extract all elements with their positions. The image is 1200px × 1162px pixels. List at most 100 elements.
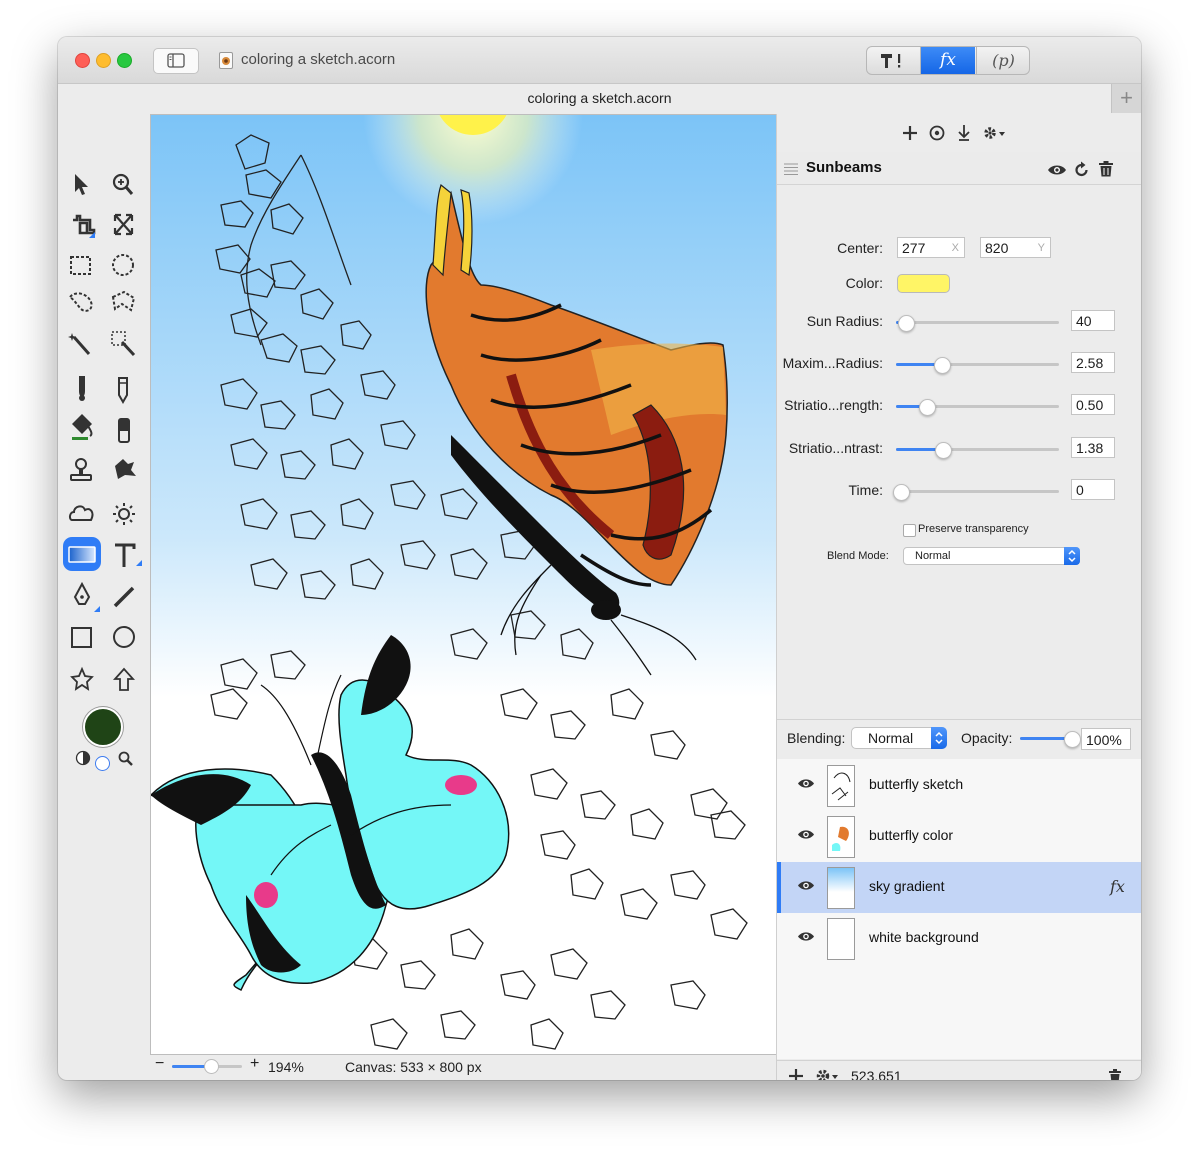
layer-row[interactable]: butterfly sketch [777,760,1141,811]
ellipse-select-tool[interactable] [106,248,140,282]
blend-mode-popup[interactable]: Normal [903,547,1080,565]
smudge-tool[interactable] [106,453,140,487]
star-tool[interactable] [65,658,99,692]
toggle-sidebar-button[interactable] [153,48,199,74]
drag-handle-icon[interactable] [784,163,798,175]
app-window: coloring a sketch.acorn fx (p) coloring … [58,37,1141,1080]
preserve-transparency-checkbox[interactable] [903,524,916,537]
cursor-coordinates: 523,651 [851,1068,902,1080]
paint-bucket-tool[interactable] [65,412,99,446]
param-slider[interactable] [896,356,1059,374]
filter-settings-menu[interactable] [980,122,1008,144]
toolbox [58,114,150,1054]
opacity-field[interactable]: 100% [1081,728,1131,750]
param-value-field[interactable]: 0 [1071,479,1115,500]
layer-row[interactable]: sky gradient fx [777,862,1141,913]
zoom-out-button[interactable]: − [155,1055,164,1073]
center-y-field[interactable]: 820 Y [980,237,1051,258]
opacity-slider-knob[interactable] [1064,731,1081,748]
layer-visibility-eye-icon[interactable] [797,930,815,943]
layer-fx-badge[interactable]: fx [1110,877,1125,896]
filters-segment[interactable]: fx [921,47,975,74]
layer-row[interactable]: butterfly color [777,811,1141,862]
arrow-tool[interactable] [65,166,99,200]
param-slider[interactable] [892,483,1059,501]
eye-icon[interactable] [1047,163,1067,177]
document-proxy-icon[interactable] [219,52,234,69]
zoom-in-button[interactable]: + [250,1055,259,1073]
zoom-window-button[interactable] [117,53,132,68]
layer-blending-popup[interactable]: Normal [851,727,947,749]
line-tool[interactable] [106,576,140,610]
close-window-button[interactable] [75,53,90,68]
tool-options-segment[interactable] [867,47,921,74]
center-x-field[interactable]: 277 X [897,237,965,258]
new-tab-button[interactable]: + [1111,84,1141,113]
filter-presets-button[interactable] [926,122,948,144]
param-slider[interactable] [896,314,1059,332]
foreground-color-well[interactable] [83,707,123,747]
param-slider[interactable] [896,441,1059,459]
center-y-unit: Y [1037,242,1045,254]
param-slider-knob[interactable] [892,484,910,501]
magic-wand-tool[interactable] [65,330,99,364]
zoom-slider-knob[interactable] [203,1059,219,1074]
filter-header: Sunbeams [777,152,1141,185]
layer-gear-icon[interactable] [815,1068,843,1080]
layer-blend-bar: Blending: Normal Opacity: 100% [777,719,1141,760]
center-x-unit: X [951,242,959,254]
param-value-field[interactable]: 1.38 [1071,437,1115,458]
param-label: Sun Radius: [806,313,883,329]
canvas[interactable] [150,114,777,1055]
delete-layer-icon[interactable] [1109,1069,1121,1080]
rectangle-shape-tool[interactable] [65,617,99,651]
pen-tool[interactable] [65,576,99,610]
param-value-field[interactable]: 40 [1071,310,1115,331]
opacity-slider[interactable] [1020,730,1081,748]
zoom-slider[interactable] [172,1058,242,1076]
properties-segment[interactable]: (p) [976,47,1029,74]
inspector-mode-segmented-control[interactable]: fx (p) [866,46,1030,75]
clone-stamp-tool[interactable] [65,453,99,487]
sunbeam-color-well[interactable] [897,274,950,293]
param-slider[interactable] [896,398,1059,416]
layer-visibility-eye-icon[interactable] [797,879,815,892]
arrow-shape-tool[interactable] [106,658,140,692]
crop-tool[interactable] [65,207,99,241]
param-slider-knob[interactable] [897,315,915,332]
param-value: 0.50 [1076,397,1104,413]
oval-shape-tool[interactable] [106,617,140,651]
gradient-tool[interactable] [63,537,101,571]
layer-row[interactable]: white background [777,913,1141,964]
layer-name: butterfly sketch [869,776,964,792]
minimize-window-button[interactable] [96,53,111,68]
eyedropper-zoom-icon[interactable] [117,750,135,768]
trash-icon[interactable] [1099,161,1113,177]
param-slider-knob[interactable] [933,357,951,374]
lasso-tool[interactable] [65,289,99,323]
zoom-tool[interactable] [106,166,140,200]
swap-colors-icon[interactable] [75,750,91,766]
transform-tool[interactable] [106,207,140,241]
param-value-field[interactable]: 0.50 [1071,394,1115,415]
param-value-field[interactable]: 2.58 [1071,352,1115,373]
param-slider-knob[interactable] [935,442,953,459]
add-filter-button[interactable] [899,122,921,144]
pencil-tool[interactable] [106,371,140,405]
brush-tool[interactable] [65,371,99,405]
cloud-tool[interactable] [65,494,99,528]
polygon-lasso-tool[interactable] [106,289,140,323]
add-layer-icon[interactable] [788,1068,804,1080]
layer-visibility-eye-icon[interactable] [797,777,815,790]
background-color-well[interactable] [95,756,110,771]
rect-select-tool[interactable] [65,248,99,282]
sun-tool[interactable] [106,494,140,528]
apply-filter-button[interactable] [953,122,975,144]
layer-blending-value: Normal [868,730,914,746]
param-slider-knob[interactable] [918,399,936,416]
layer-visibility-eye-icon[interactable] [797,828,815,841]
reset-icon[interactable] [1074,161,1090,177]
eraser-tool[interactable] [106,412,140,446]
text-tool[interactable] [106,535,140,569]
instant-alpha-tool[interactable] [106,330,140,364]
